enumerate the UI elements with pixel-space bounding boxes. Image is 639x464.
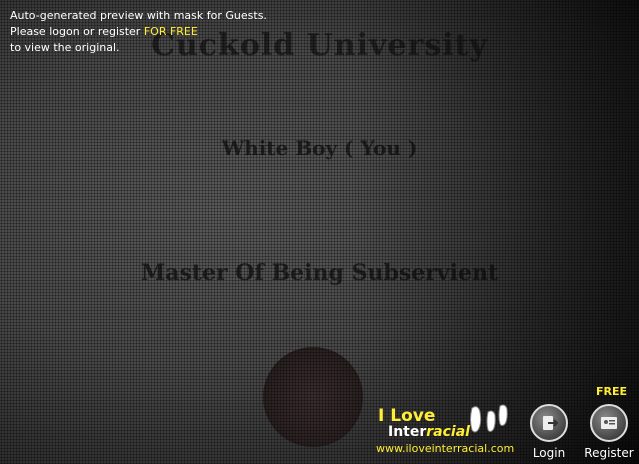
register-button[interactable]: Register (584, 404, 634, 460)
notice-line-1: Auto-generated preview with mask for Gue… (10, 9, 267, 22)
free-link[interactable]: FOR FREE (144, 25, 198, 38)
logo-line-1: I Love (378, 406, 436, 426)
notice-line-2-prefix: Please logon or register (10, 25, 144, 38)
guest-notice: Auto-generated preview with mask for Gue… (10, 8, 267, 56)
login-label: Login (532, 446, 566, 460)
register-label: Register (584, 446, 634, 460)
free-label: FREE (596, 385, 628, 398)
notice-line-3: to view the original. (10, 41, 120, 54)
logo-inter: Inter (388, 424, 427, 440)
certificate-degree: Master Of Being Subservient (140, 260, 499, 286)
certificate-name: White Boy ( You ) (221, 136, 418, 160)
seal-icon (266, 350, 360, 444)
register-icon (590, 404, 628, 442)
logo-line-2: Interracial (388, 424, 470, 440)
login-icon (530, 404, 568, 442)
login-button[interactable]: Login (524, 404, 574, 460)
certificate: Cuckold University White Boy ( You ) Mas… (0, 0, 639, 464)
footprints-icon (464, 402, 520, 444)
notice-line-2: Please logon or register FOR FREE (10, 24, 267, 40)
